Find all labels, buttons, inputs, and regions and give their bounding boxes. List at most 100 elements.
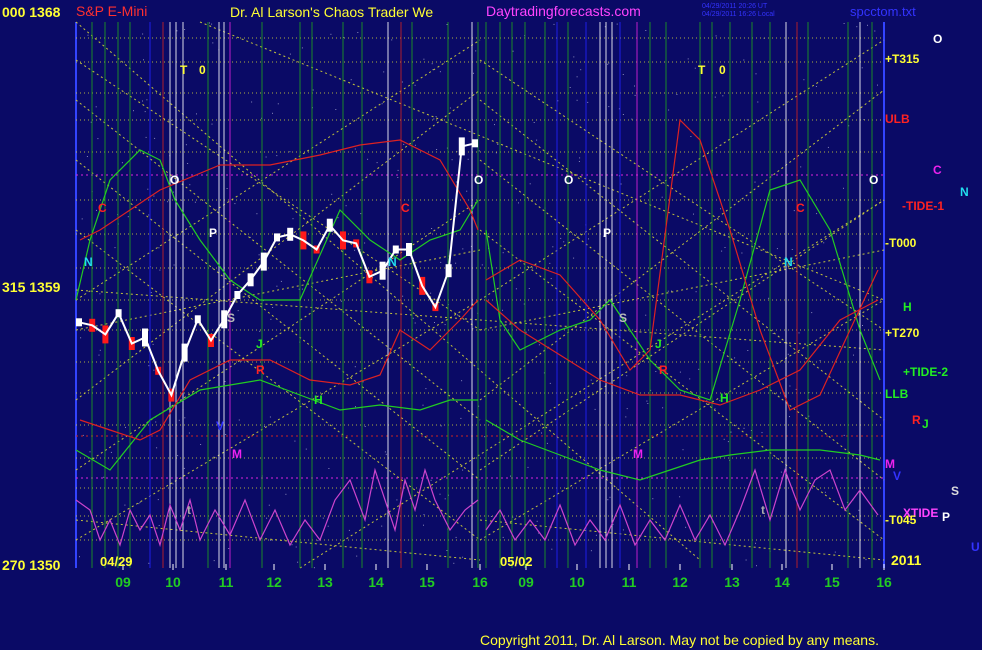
- star: [509, 174, 511, 176]
- star: [687, 58, 689, 60]
- star: [515, 288, 517, 290]
- star: [196, 113, 197, 115]
- star: [431, 63, 433, 65]
- star: [549, 262, 551, 264]
- right-level-label: H: [903, 300, 912, 314]
- star: [145, 136, 147, 138]
- star: [226, 188, 228, 189]
- star: [862, 325, 863, 326]
- star: [376, 162, 378, 164]
- x-tick-label: 12: [266, 574, 282, 590]
- star: [301, 288, 303, 290]
- star: [541, 432, 542, 434]
- right-level-label: -T045: [885, 513, 917, 527]
- star: [159, 269, 161, 271]
- star: [200, 444, 202, 445]
- star: [787, 353, 789, 355]
- star: [430, 479, 432, 481]
- star: [425, 388, 427, 390]
- star: [655, 371, 657, 372]
- star: [256, 213, 258, 215]
- plot-glyph: O: [564, 173, 573, 187]
- star: [525, 331, 527, 333]
- plot-glyph: O: [869, 173, 878, 187]
- star: [551, 548, 553, 550]
- chart-title: Dr. Al Larson's Chaos Trader We: [230, 4, 433, 20]
- x-tick-label: 11: [622, 574, 637, 590]
- star: [856, 26, 858, 28]
- price-label-bottom: 270 1350: [2, 557, 61, 573]
- star: [360, 213, 362, 215]
- star: [698, 368, 700, 370]
- star: [734, 357, 736, 359]
- plot-glyph: O: [170, 173, 179, 187]
- plot-glyph: C: [98, 201, 107, 215]
- star: [337, 217, 339, 219]
- star: [440, 425, 442, 427]
- right-level-label: -T000: [885, 236, 917, 250]
- star: [142, 100, 143, 102]
- star: [181, 199, 182, 201]
- x-tick-label: 09: [518, 574, 534, 590]
- star: [133, 110, 134, 112]
- star: [634, 85, 635, 87]
- star: [171, 119, 172, 121]
- star: [721, 250, 723, 252]
- star: [436, 149, 438, 150]
- star: [444, 324, 446, 326]
- star: [402, 295, 404, 297]
- far-right-glyph: S: [951, 484, 959, 498]
- star: [439, 493, 441, 495]
- star: [381, 103, 383, 105]
- star: [87, 34, 89, 36]
- star: [237, 310, 239, 312]
- x-tick-label: 10: [569, 574, 585, 590]
- star: [467, 158, 469, 160]
- star: [667, 290, 669, 292]
- star: [518, 202, 519, 204]
- star: [258, 254, 260, 256]
- x-tick-label: 09: [115, 574, 131, 590]
- star: [573, 257, 575, 259]
- far-right-glyph: C: [933, 163, 942, 177]
- star: [536, 139, 538, 141]
- plot-glyph: S: [619, 311, 627, 325]
- plot-glyph: C: [401, 201, 410, 215]
- star: [645, 30, 647, 31]
- star: [552, 246, 554, 248]
- plot-glyph: V: [216, 419, 224, 433]
- star: [155, 421, 157, 423]
- star: [625, 416, 627, 418]
- star: [124, 504, 126, 506]
- plot-glyph: N: [84, 255, 93, 269]
- plot-glyph: P: [603, 226, 611, 240]
- star: [268, 504, 270, 506]
- star: [527, 466, 529, 468]
- star: [178, 419, 180, 421]
- star: [455, 181, 457, 183]
- star: [289, 151, 291, 153]
- star: [754, 181, 756, 183]
- star: [853, 354, 854, 356]
- star: [194, 201, 196, 203]
- plot-glyph: t: [187, 503, 191, 517]
- star: [867, 24, 868, 26]
- star: [723, 438, 725, 440]
- star: [322, 517, 324, 519]
- star: [578, 161, 580, 162]
- star: [449, 107, 451, 109]
- star: [251, 101, 253, 103]
- star: [824, 491, 826, 493]
- star: [423, 58, 425, 60]
- star: [153, 369, 155, 371]
- star: [800, 166, 802, 168]
- star: [172, 483, 174, 485]
- star: [563, 241, 565, 243]
- star: [588, 238, 589, 240]
- star: [86, 156, 88, 157]
- star: [607, 63, 609, 65]
- star: [414, 322, 416, 324]
- star: [259, 330, 261, 332]
- x-tick-label: 15: [824, 574, 840, 590]
- star: [423, 524, 424, 526]
